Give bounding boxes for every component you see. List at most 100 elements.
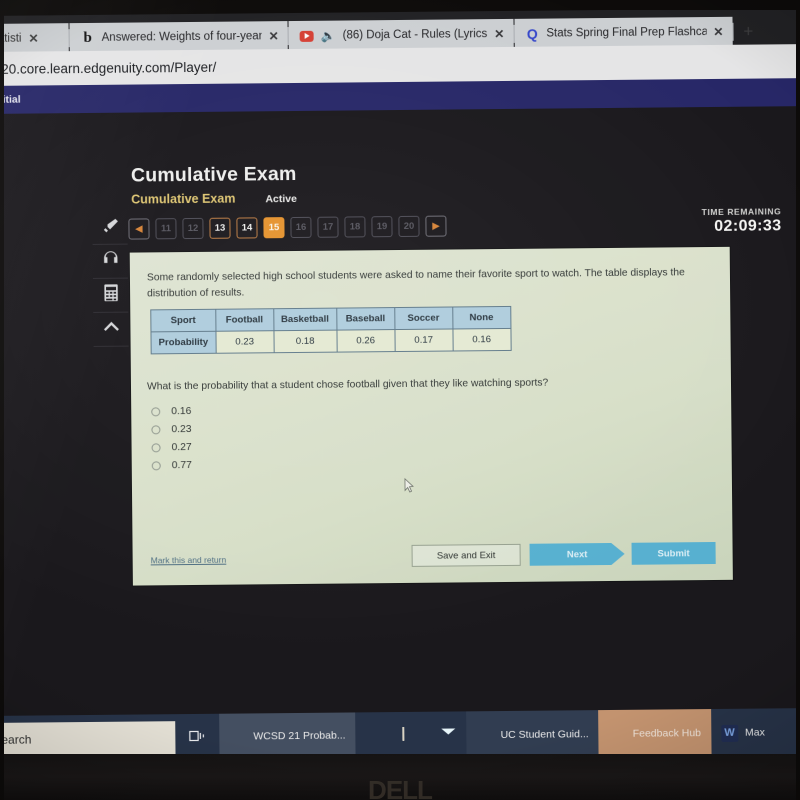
question-intro: Some randomly selected high school stude… bbox=[146, 267, 685, 300]
tool-rail bbox=[92, 210, 129, 347]
table-row-header-probability: Probability bbox=[150, 331, 216, 354]
pager-prev-button[interactable]: ◀ bbox=[128, 218, 150, 240]
search-placeholder: earch bbox=[1, 732, 32, 747]
tab-title: Stats Spring Final Prep Flashcard bbox=[546, 26, 707, 40]
pager-item-11[interactable]: 11 bbox=[155, 218, 177, 240]
close-icon[interactable]: ✕ bbox=[713, 25, 723, 39]
scroll-up-button[interactable] bbox=[93, 312, 129, 347]
panel-footer: Mark this and return Save and Exit Next … bbox=[133, 541, 733, 578]
taskbar-item-label: Feedback Hub bbox=[632, 727, 702, 740]
pager-item-19[interactable]: 19 bbox=[371, 216, 393, 238]
exam-timer: TIME REMAINING 02:09:33 bbox=[702, 206, 782, 236]
table-row: Probability 0.23 0.18 0.26 0.17 0.16 bbox=[150, 328, 511, 354]
close-icon[interactable]: ✕ bbox=[269, 29, 279, 43]
taskbar-item-feedback-hub[interactable]: Feedback Hub bbox=[598, 709, 712, 759]
save-and-exit-button[interactable]: Save and Exit bbox=[411, 543, 521, 567]
table-col-basketball: Basketball bbox=[273, 308, 337, 331]
table-col-baseball: Baseball bbox=[336, 307, 395, 331]
task-view-icon bbox=[188, 726, 206, 749]
new-tab-button[interactable]: + bbox=[733, 16, 763, 46]
pager-item-17[interactable]: 17 bbox=[317, 216, 339, 238]
distribution-table: Sport Football Basketball Baseball Socce… bbox=[150, 306, 511, 354]
status-badge: Active bbox=[265, 192, 297, 206]
edge-icon bbox=[229, 728, 246, 745]
browser-tab-1[interactable]: tatisti ✕ bbox=[0, 23, 69, 54]
answer-option-3[interactable]: 0.27 bbox=[151, 438, 192, 456]
store-icon bbox=[402, 726, 419, 744]
monitor-photo: tatisti ✕ b Answered: Weights of four-ye… bbox=[0, 0, 800, 800]
radio-button-icon[interactable] bbox=[151, 406, 161, 416]
taskbar-item-max[interactable]: W Max bbox=[711, 708, 775, 757]
taskbar-item-mail[interactable] bbox=[429, 711, 466, 759]
answer-option-4[interactable]: 0.77 bbox=[151, 456, 192, 474]
calculator-icon bbox=[100, 283, 120, 308]
pager-item-13[interactable]: 13 bbox=[209, 217, 231, 239]
page-title: Cumulative Exam bbox=[130, 162, 297, 187]
taskbar-item-label: UC Student Guid... bbox=[500, 728, 589, 742]
highlighter-icon bbox=[100, 215, 120, 240]
next-button[interactable]: Next bbox=[530, 543, 625, 566]
search-input[interactable]: earch bbox=[0, 721, 176, 757]
answer-option-label: 0.16 bbox=[171, 405, 192, 417]
calculator-tool-button[interactable] bbox=[92, 278, 129, 313]
audio-tool-button[interactable] bbox=[92, 244, 128, 279]
table-cell-football: 0.23 bbox=[215, 330, 274, 354]
answer-option-label: 0.77 bbox=[171, 459, 192, 471]
question-prompt: What is the probability that a student c… bbox=[146, 377, 549, 393]
taskbar-item-store[interactable] bbox=[392, 712, 429, 760]
pager-item-15[interactable]: 15 bbox=[263, 217, 285, 239]
pager-next-button[interactable]: ▶ bbox=[425, 215, 447, 237]
table-cell-soccer: 0.17 bbox=[394, 328, 453, 352]
tab-audio-icon[interactable]: 🔈 bbox=[321, 29, 336, 43]
exam-name: Cumulative Exam bbox=[131, 191, 236, 207]
pager-item-16[interactable]: 16 bbox=[290, 216, 312, 239]
taskbar-item-uc-student-guide[interactable]: UC Student Guid... bbox=[466, 710, 599, 760]
bezel-top bbox=[0, 0, 800, 10]
max-icon: W bbox=[720, 724, 739, 742]
scroll-up-icon bbox=[101, 317, 121, 342]
table-cell-baseball: 0.26 bbox=[336, 329, 395, 353]
pager-item-20[interactable]: 20 bbox=[398, 215, 420, 238]
answer-option-label: 0.27 bbox=[171, 441, 192, 453]
quizlet-q-icon: Q bbox=[526, 25, 538, 42]
pager-item-12[interactable]: 12 bbox=[182, 217, 204, 240]
highlighter-tool-button[interactable] bbox=[92, 210, 128, 245]
timer-value: 02:09:33 bbox=[714, 217, 782, 235]
radio-button-icon[interactable] bbox=[151, 442, 161, 452]
document-icon bbox=[476, 727, 493, 744]
edgenuity-player: Cumulative Exam Cumulative Exam Active ◀… bbox=[0, 106, 800, 716]
monitor-brand-logo: DELL bbox=[368, 775, 433, 800]
headphones-icon bbox=[100, 249, 120, 274]
answer-option-1[interactable]: 0.16 bbox=[151, 402, 191, 420]
table-col-soccer: Soccer bbox=[394, 306, 453, 330]
exam-subheader: Cumulative Exam Active bbox=[131, 191, 297, 207]
mark-and-return-link[interactable]: Mark this and return bbox=[151, 555, 227, 566]
bezel-left bbox=[0, 0, 4, 800]
url-text: /r20.core.learn.edgenuity.com/Player/ bbox=[0, 59, 217, 77]
table-row-header-sport: Sport bbox=[150, 309, 216, 332]
table-col-football: Football bbox=[215, 308, 274, 332]
close-icon[interactable]: ✕ bbox=[494, 27, 504, 41]
mouse-cursor bbox=[404, 477, 415, 494]
feedback-icon bbox=[609, 725, 626, 742]
browser-tab-2[interactable]: b Answered: Weights of four-year- ✕ bbox=[69, 21, 288, 54]
screen-area: tatisti ✕ b Answered: Weights of four-ye… bbox=[0, 8, 800, 764]
submit-button[interactable]: Submit bbox=[631, 541, 716, 565]
taskbar-item-label: WCSD 21 Probab... bbox=[253, 729, 346, 743]
radio-button-icon[interactable] bbox=[151, 460, 161, 470]
brainly-b-icon: b bbox=[83, 29, 92, 46]
tab-title: (86) Doja Cat - Rules (Lyrics bbox=[342, 28, 488, 42]
answer-option-2[interactable]: 0.23 bbox=[151, 420, 192, 438]
pager-item-18[interactable]: 18 bbox=[344, 216, 366, 238]
pager-item-14[interactable]: 14 bbox=[236, 217, 258, 239]
tab-title: Answered: Weights of four-year- bbox=[101, 30, 262, 44]
youtube-icon bbox=[299, 29, 314, 43]
browser-tab-4[interactable]: Q Stats Spring Final Prep Flashcard ✕ bbox=[514, 16, 733, 49]
question-pager: ◀ 11 12 13 14 15 16 17 18 19 20 ▶ bbox=[128, 215, 447, 240]
close-icon[interactable]: ✕ bbox=[28, 31, 38, 45]
timer-label: TIME REMAINING bbox=[701, 206, 782, 218]
answer-option-label: 0.23 bbox=[171, 423, 192, 435]
answer-choices: 0.16 0.23 0.27 0.77 bbox=[151, 402, 192, 474]
bezel-right bbox=[796, 0, 800, 800]
radio-button-icon[interactable] bbox=[151, 424, 161, 434]
